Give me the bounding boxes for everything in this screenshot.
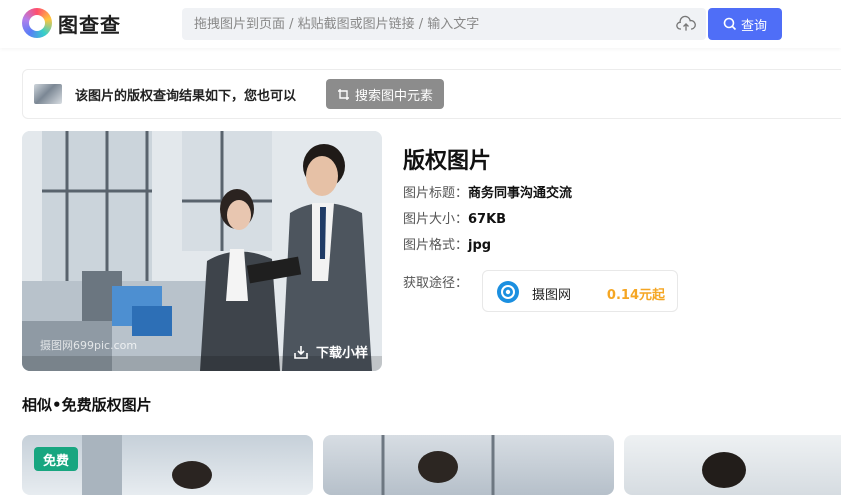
similar-photo (381, 435, 495, 495)
info-value: jpg (468, 238, 492, 253)
result-text: 该图片的版权查询结果如下，您也可以 (75, 89, 297, 104)
search-input[interactable] (194, 8, 674, 40)
download-preview-button[interactable]: 下载小样 (294, 342, 368, 361)
similar-photo (702, 452, 746, 488)
search-button[interactable]: 查询 (708, 8, 782, 40)
free-badge: 免费 (34, 447, 78, 471)
similar-section-title: 相似•免费版权图片 (22, 396, 152, 414)
site-logo[interactable]: 图查查 (22, 8, 121, 38)
logo-text: 图查查 (58, 12, 121, 37)
result-bar: 该图片的版权查询结果如下，您也可以 搜索图中元素 (22, 69, 841, 119)
similar-image[interactable]: 免费 (22, 435, 313, 495)
similar-image[interactable] (323, 435, 614, 495)
search-elements-button[interactable]: 搜索图中元素 (326, 79, 444, 109)
logo-icon (22, 8, 52, 38)
download-label: 下载小样 (315, 346, 368, 361)
info-key: 图片格式： (403, 238, 469, 253)
search-button-label: 查询 (740, 18, 767, 34)
source-card[interactable]: 摄图网 0.14元起 (482, 270, 678, 312)
query-thumbnail (34, 84, 62, 104)
crop-icon (337, 88, 349, 100)
copyright-title: 版权图片 (403, 149, 492, 174)
source-logo-icon (497, 281, 519, 303)
info-key: 图片标题： (403, 186, 469, 201)
info-key: 图片大小： (403, 212, 469, 227)
info-row-size: 图片大小：67KB (403, 208, 506, 227)
top-header: 图查查 查询 (0, 0, 841, 48)
info-row-title: 图片标题：商务同事沟通交流 (403, 182, 572, 201)
watermark: 摄图网699pic.com (40, 339, 138, 352)
similar-image[interactable] (624, 435, 841, 495)
source-label: 获取途径： (403, 276, 469, 291)
info-row-format: 图片格式：jpg (403, 234, 491, 253)
search-icon (723, 17, 737, 31)
office-photo (22, 131, 382, 371)
search-elements-label: 搜索图中元素 (354, 88, 433, 104)
source-name: 摄图网 (532, 288, 572, 303)
info-value: 商务同事沟通交流 (468, 186, 573, 201)
download-icon (294, 345, 308, 359)
info-value: 67KB (468, 212, 507, 227)
source-price: 0.14元起 (606, 288, 665, 303)
search-box (182, 8, 706, 40)
main-result-image[interactable]: 摄图网699pic.com 下载小样 (22, 131, 382, 371)
upload-cloud-icon[interactable] (676, 15, 696, 33)
